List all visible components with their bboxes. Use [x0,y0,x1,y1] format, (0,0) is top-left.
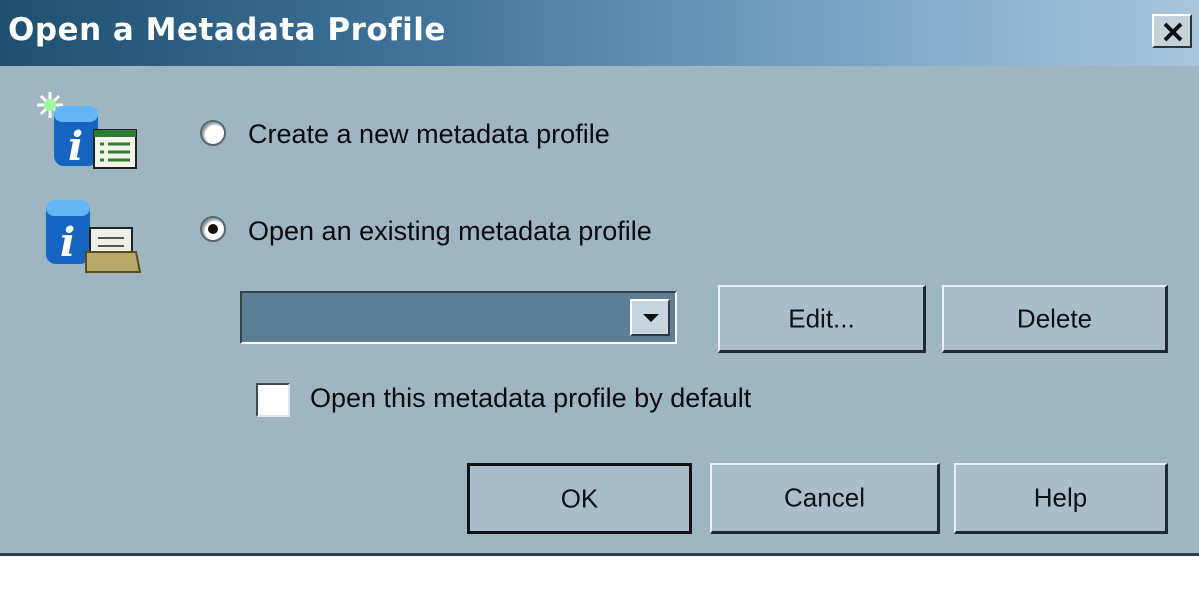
ok-button[interactable]: OK [467,463,692,534]
create-profile-label[interactable]: Create a new metadata profile [248,119,610,150]
new-profile-icon: i [34,88,140,175]
create-profile-radio[interactable] [200,120,226,146]
dialog-window: Open a Metadata Profile i Create a new m… [0,0,1199,556]
cancel-button-label: Cancel [784,482,865,513]
default-profile-checkbox[interactable] [256,383,290,417]
title-bar[interactable]: Open a Metadata Profile [0,0,1199,66]
edit-button[interactable]: Edit... [718,285,926,353]
open-profile-icon: i [44,194,144,279]
delete-button[interactable]: Delete [942,285,1168,353]
svg-text:i: i [60,219,75,266]
dialog-title: Open a Metadata Profile [8,12,446,48]
close-icon [1163,22,1183,42]
default-profile-label[interactable]: Open this metadata profile by default [310,383,751,414]
chevron-down-icon [643,314,659,322]
help-button-label: Help [1033,482,1088,513]
cancel-button[interactable]: Cancel [710,463,940,534]
radio-selected-dot [208,224,218,234]
svg-text:i: i [68,123,83,170]
ok-button-label: OK [560,483,599,513]
edit-button-label: Edit... [788,303,855,333]
dropdown-button[interactable] [630,299,670,336]
profile-select[interactable] [240,291,677,344]
close-button[interactable] [1152,14,1192,48]
open-profile-radio[interactable] [200,216,226,242]
help-button[interactable]: Help [954,463,1168,534]
delete-button-label: Delete [1016,303,1093,333]
open-profile-label[interactable]: Open an existing metadata profile [248,216,652,247]
